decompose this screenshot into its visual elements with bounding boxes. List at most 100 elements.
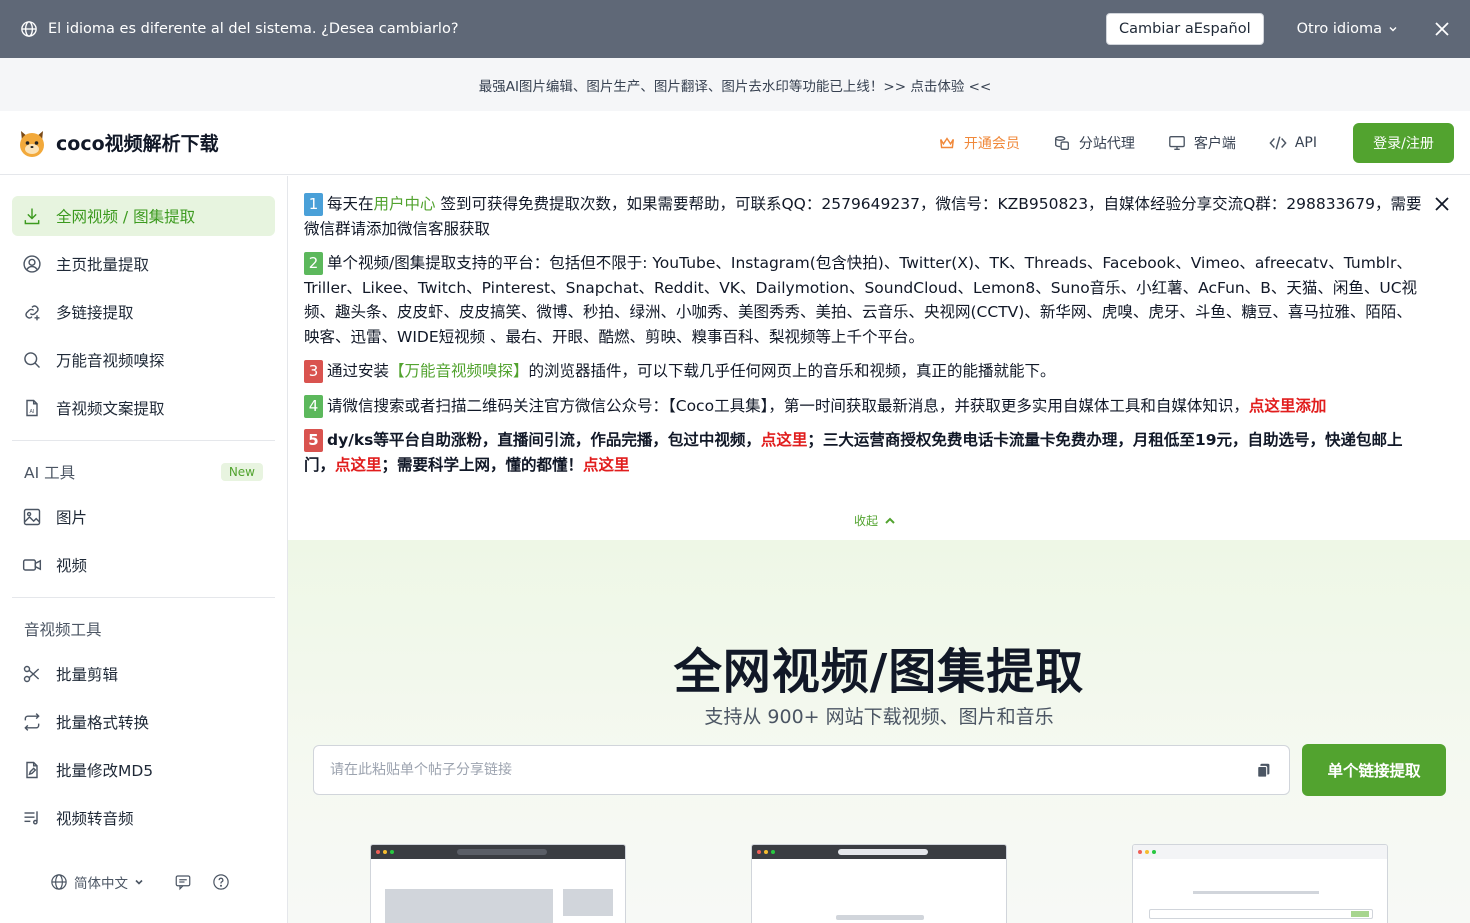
- sidebar-item-multi-link[interactable]: 多链接提取: [12, 292, 275, 332]
- click-here-link[interactable]: 点这里: [761, 431, 808, 449]
- nav-agent-label: 分站代理: [1078, 135, 1135, 152]
- sidebar-item-transcript[interactable]: AI 音视频文案提取: [12, 388, 275, 428]
- nav-vip-label: 开通会员: [963, 135, 1020, 152]
- notice-item: 1 每天在用户中心 签到可获得免费提取次数，如果需要帮助，可联系QQ：257964…: [304, 192, 1422, 241]
- sidebar-item-video-extract[interactable]: 全网视频 / 图集提取: [12, 196, 275, 236]
- notice-number: 5: [304, 429, 323, 452]
- sidebar-item-label: 图片: [56, 509, 88, 527]
- language-selector-label: 简体中文: [74, 876, 128, 892]
- collapse-label: 收起: [854, 514, 879, 528]
- scissors-icon: [23, 665, 40, 683]
- image-icon: [23, 508, 41, 526]
- promo-text[interactable]: 最强AI图片编辑、图片生产、图片翻译、图片去水印等功能已上线！>> 点击体验 <…: [479, 75, 992, 95]
- ai-tools-section-header: AI 工具 New: [12, 457, 275, 487]
- language-banner-message: El idioma es diferente al del sistema. ¿…: [48, 21, 459, 37]
- sidebar-item-video-to-audio[interactable]: 视频转音频: [12, 798, 275, 838]
- sniffer-plugin-link[interactable]: 【万能音视频嗅探】: [389, 362, 529, 380]
- sidebar-item-label: 万能音视频嗅探: [56, 352, 165, 370]
- notice-item: 3 通过安装【万能音视频嗅探】的浏览器插件，可以下载几乎任何网页上的音乐和视频，真…: [304, 359, 1422, 384]
- code-icon: [1269, 136, 1287, 149]
- sidebar-item-format-convert[interactable]: 批量格式转换: [12, 702, 275, 742]
- page-title: 全网视频/图集提取: [673, 644, 1085, 700]
- nav-api-label: API: [1294, 134, 1317, 151]
- paste-icon[interactable]: [1255, 761, 1273, 779]
- media-tools-title: 音视频工具: [24, 621, 102, 639]
- nav-api[interactable]: API: [1269, 134, 1317, 152]
- help-icon[interactable]: [212, 873, 230, 891]
- notice-number: 1: [304, 193, 323, 216]
- tutorial-screenshot: [370, 844, 626, 923]
- notice-item: 2 单个视频/图集提取支持的平台：包括但不限于: YouTube、Instagra…: [304, 251, 1422, 349]
- page-subtitle: 支持从 900+ 网站下载视频、图片和音乐: [704, 706, 1054, 728]
- sidebar-item-label: 批量修改MD5: [56, 762, 154, 780]
- sidebar-footer: 简体中文: [50, 872, 230, 892]
- sidebar-item-label: 批量剪辑: [56, 666, 119, 684]
- sidebar-divider: [12, 440, 275, 441]
- sidebar-item-homepage-batch[interactable]: 主页批量提取: [12, 244, 275, 284]
- notice-number: 3: [304, 360, 323, 383]
- notice-text: 通过安装: [327, 362, 390, 380]
- notice-text: 签到可获得免费提取次数，如果需要帮助，可联系QQ：2579649237，微信号：…: [304, 195, 1422, 238]
- sidebar-item-video[interactable]: 视频: [12, 545, 275, 585]
- nav-client-label: 客户端: [1193, 135, 1236, 152]
- cat-logo-icon[interactable]: [16, 127, 48, 159]
- document-ai-icon: AI: [26, 399, 38, 417]
- link-input-box: [313, 745, 1290, 795]
- notice-number: 2: [304, 252, 323, 275]
- language-selector[interactable]: 简体中文: [50, 872, 144, 892]
- sidebar-item-md5[interactable]: 批量修改MD5: [12, 750, 275, 790]
- promo-banner[interactable]: 最强AI图片编辑、图片生产、图片翻译、图片去水印等功能已上线！>> 点击体验 <…: [0, 58, 1470, 111]
- nav-vip[interactable]: 开通会员: [938, 133, 1020, 153]
- other-language-label: Otro idioma: [1296, 21, 1382, 37]
- click-here-link[interactable]: 点这里: [583, 456, 630, 474]
- sidebar-item-label: 多链接提取: [56, 304, 134, 322]
- link-plus-icon: [25, 305, 40, 321]
- user-circle-icon: [23, 255, 41, 273]
- chevron-down-icon: [135, 879, 143, 885]
- monitor-icon: [1168, 135, 1185, 150]
- notice-number: 4: [304, 394, 323, 418]
- sidebar-item-label: 视频转音频: [56, 810, 134, 828]
- feedback-icon[interactable]: [174, 873, 192, 891]
- sidebar-item-label: 批量格式转换: [56, 714, 150, 732]
- nav-agent[interactable]: 分站代理: [1053, 133, 1135, 153]
- search-icon: [24, 352, 41, 369]
- notice-text: dy/ks等平台自助涨粉，直播间引流，作品完播，包过中视频，: [327, 431, 761, 449]
- close-icon[interactable]: [1434, 196, 1450, 212]
- file-edit-icon: [26, 761, 38, 779]
- notice-item: 4 请微信搜索或者扫描二维码关注官方微信公众号：【Coco工具集】，第一时间获取最…: [304, 394, 1422, 419]
- hero-section: 全网视频/图集提取 支持从 900+ 网站下载视频、图片和音乐 单个链接提取: [288, 540, 1470, 923]
- sidebar-item-image[interactable]: 图片: [12, 497, 275, 537]
- brand-name[interactable]: coco视频解析下载: [56, 129, 938, 156]
- notice-item: 5 dy/ks等平台自助涨粉，直播间引流，作品完播，包过中视频，点这里；三大运营商…: [304, 428, 1422, 477]
- extract-single-link-button[interactable]: 单个链接提取: [1302, 744, 1446, 796]
- globe-icon: [21, 21, 37, 37]
- convert-icon: [24, 713, 40, 731]
- sidebar-item-batch-edit[interactable]: 批量剪辑: [12, 654, 275, 694]
- sidebar-item-label: 主页批量提取: [56, 256, 150, 274]
- sidebar-item-label: 全网视频 / 图集提取: [56, 208, 196, 226]
- login-register-button[interactable]: 登录/注册: [1353, 122, 1454, 163]
- site-header: coco视频解析下载 开通会员 分站代理 客户端 API 登录/注册: [0, 111, 1470, 175]
- sidebar-divider: [12, 597, 275, 598]
- globe-icon: [51, 874, 67, 890]
- sidebar-item-sniffer[interactable]: 万能音视频嗅探: [12, 340, 275, 380]
- tutorial-screenshot: [1132, 844, 1388, 923]
- user-center-link[interactable]: 用户中心: [374, 195, 436, 213]
- link-input[interactable]: [330, 762, 1255, 778]
- sidebar-item-label: 音视频文案提取: [56, 400, 165, 418]
- download-icon: [24, 208, 40, 225]
- add-wechat-link[interactable]: 点这里添加: [1249, 397, 1327, 415]
- switch-language-button[interactable]: Cambiar aEspañol: [1106, 13, 1264, 45]
- new-badge: New: [220, 463, 263, 481]
- crown-icon: [939, 136, 954, 148]
- media-tools-section-header: 音视频工具: [12, 614, 275, 644]
- nav-client[interactable]: 客户端: [1168, 133, 1236, 153]
- chevron-up-icon: [885, 517, 895, 524]
- collapse-toggle[interactable]: 收起: [854, 512, 896, 529]
- click-here-link[interactable]: 点这里: [335, 456, 382, 474]
- notice-text: 每天在: [327, 195, 374, 213]
- other-language-dropdown[interactable]: Otro idioma: [1297, 21, 1398, 37]
- language-banner: El idioma es diferente al del sistema. ¿…: [0, 0, 1470, 58]
- close-icon[interactable]: [1434, 21, 1450, 37]
